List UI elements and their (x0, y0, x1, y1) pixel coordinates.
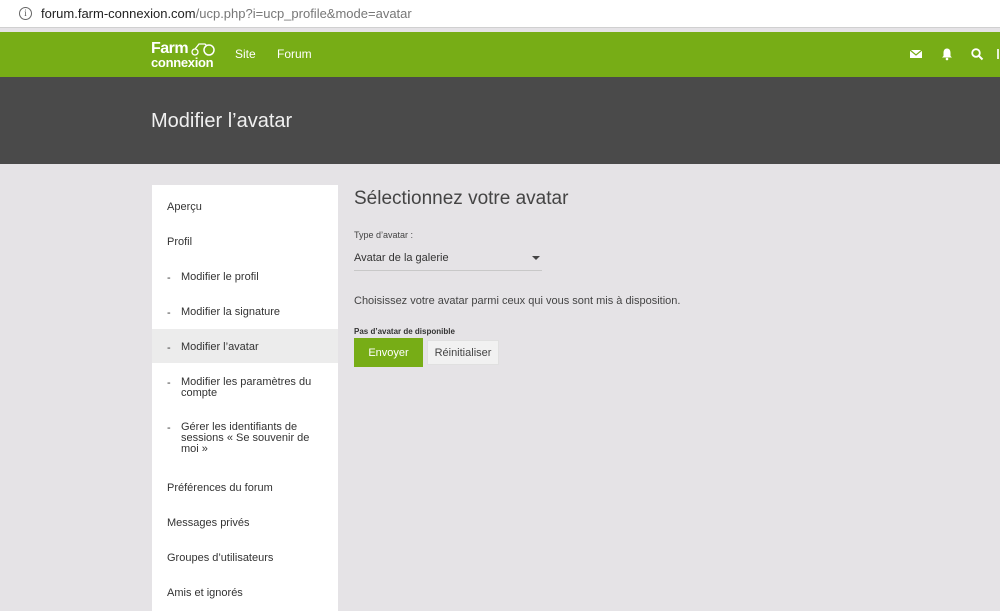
sidebar-item-apercu[interactable]: Aperçu (152, 202, 338, 213)
sidebar-item-label: Modifier le profil (181, 271, 259, 283)
sidebar-item-preferences[interactable]: Préférences du forum (152, 483, 338, 494)
no-avatar-label: Pas d’avatar de disponible (354, 327, 455, 336)
section-title: Sélectionnez votre avatar (354, 188, 569, 209)
sidebar-item-label: Groupes d’utilisateurs (167, 552, 274, 564)
envelope-icon[interactable] (909, 47, 923, 61)
avatar-type-select[interactable]: Avatar de la galerie (354, 247, 542, 271)
address-bar[interactable]: i forum.farm-connexion.com/ucp.php?i=ucp… (0, 0, 1000, 28)
sidebar-item-modifier-parametres[interactable]: - Modifier les paramètres du compte (152, 377, 338, 399)
sidebar-item-gerer-sessions[interactable]: - Gérer les identifiants de sessions « S… (152, 422, 338, 455)
url-path: /ucp.php?i=ucp_profile&mode=avatar (195, 6, 412, 21)
sidebar-item-modifier-avatar[interactable]: - Modifier l’avatar (152, 329, 338, 363)
sidebar-item-label: Profil (167, 236, 193, 248)
sidebar-item-label: Modifier les paramètres du compte (181, 376, 312, 399)
tractor-logo-icon (191, 43, 215, 56)
ucp-sidebar: Aperçu Profil - Modifier le profil - Mod… (152, 185, 338, 611)
url-domain: forum.farm-connexion.com (41, 6, 196, 21)
sidebar-item-amis[interactable]: Amis et ignorés (152, 588, 338, 599)
avatar-type-label: Type d’avatar : (354, 230, 414, 240)
page-title: Modifier l’avatar (151, 110, 293, 132)
sidebar-dash: - (167, 422, 171, 434)
choose-avatar-text: Choisissez votre avatar parmi ceux qui v… (354, 295, 681, 307)
reset-button[interactable]: Réinitialiser (427, 340, 499, 365)
avatar-type-value: Avatar de la galerie (354, 252, 449, 264)
sidebar-dash: - (167, 377, 171, 389)
sidebar-item-modifier-profil[interactable]: - Modifier le profil (152, 271, 338, 285)
sidebar-item-label: Gérer les identifiants de sessions « Se … (181, 421, 310, 455)
sidebar-item-groupes[interactable]: Groupes d’utilisateurs (152, 553, 338, 564)
nav-link-forum[interactable]: Forum (277, 47, 312, 61)
sidebar-item-label: Préférences du forum (167, 482, 273, 494)
sidebar-item-messages[interactable]: Messages privés (152, 518, 338, 529)
submit-button[interactable]: Envoyer (354, 338, 423, 367)
nav-link-site[interactable]: Site (235, 47, 256, 61)
sidebar-item-profil[interactable]: Profil (152, 237, 338, 248)
logo-line2: connexion (151, 55, 214, 70)
sidebar-item-label: Modifier l’avatar (181, 341, 259, 353)
sidebar-item-label: Aperçu (167, 201, 202, 213)
info-icon[interactable]: i (19, 7, 32, 20)
bell-icon[interactable] (940, 47, 954, 61)
page-header: Modifier l’avatar (0, 77, 1000, 164)
sidebar-item-label: Modifier la signature (181, 306, 281, 318)
chevron-down-icon (532, 256, 540, 260)
search-icon[interactable] (970, 47, 984, 61)
sidebar-item-modifier-signature[interactable]: - Modifier la signature (152, 306, 338, 320)
sidebar-dash: - (167, 272, 171, 284)
url-text[interactable]: forum.farm-connexion.com/ucp.php?i=ucp_p… (41, 6, 412, 21)
sidebar-dash: - (167, 307, 171, 319)
sidebar-item-label: Messages privés (167, 517, 250, 529)
sidebar-item-label: Amis et ignorés (167, 587, 243, 599)
site-logo[interactable]: Farm connexion (150, 38, 220, 72)
nav-overflow-edge (997, 49, 999, 59)
sidebar-dash: - (167, 342, 171, 354)
top-navbar: Farm connexion Site Forum (0, 32, 1000, 77)
